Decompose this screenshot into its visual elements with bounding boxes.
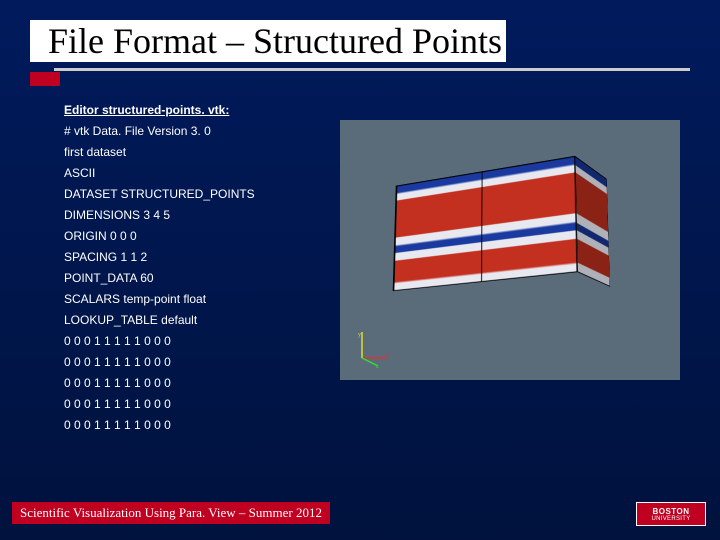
file-line: # vtk Data. File Version 3. 0: [64, 121, 255, 142]
file-line: LOOKUP_TABLE default: [64, 310, 255, 331]
file-line: DATASET STRUCTURED_POINTS: [64, 184, 255, 205]
svg-text:y: y: [358, 332, 361, 338]
boston-university-logo: BOSTON UNIVERSITY: [636, 502, 706, 526]
logo-line2: UNIVERSITY: [651, 516, 690, 522]
title-accent-box: [30, 72, 60, 86]
footer: Scientific Visualization Using Para. Vie…: [12, 502, 330, 524]
file-line: ASCII: [64, 163, 255, 184]
file-line: POINT_DATA 60: [64, 268, 255, 289]
file-line: SPACING 1 1 2: [64, 247, 255, 268]
file-line: 0 0 0 1 1 1 1 1 0 0 0: [64, 415, 255, 436]
slide-title: File Format – Structured Points: [30, 20, 506, 62]
file-line: 0 0 0 1 1 1 1 1 0 0 0: [64, 331, 255, 352]
editor-label: Editor structured-points. vtk:: [64, 100, 255, 121]
logo-line1: BOSTON: [652, 507, 689, 516]
file-line: 0 0 0 1 1 1 1 1 0 0 0: [64, 394, 255, 415]
file-line: first dataset: [64, 142, 255, 163]
file-line: ORIGIN 0 0 0: [64, 226, 255, 247]
block-front-face: [393, 156, 578, 291]
axes-gizmo-icon: x y z: [352, 328, 392, 368]
svg-text:z: z: [376, 364, 379, 368]
title-underline: [54, 68, 690, 71]
svg-text:x: x: [386, 352, 389, 358]
file-line: 0 0 0 1 1 1 1 1 0 0 0: [64, 352, 255, 373]
file-line: SCALARS temp-point float: [64, 289, 255, 310]
block-side-face: [575, 156, 610, 287]
structured-points-block: [415, 168, 595, 298]
visualization-viewport: x y z: [340, 120, 680, 380]
file-line: 0 0 0 1 1 1 1 1 0 0 0: [64, 373, 255, 394]
file-line: DIMENSIONS 3 4 5: [64, 205, 255, 226]
footer-text: Scientific Visualization Using Para. Vie…: [12, 502, 330, 524]
file-content: Editor structured-points. vtk: # vtk Dat…: [64, 100, 255, 436]
